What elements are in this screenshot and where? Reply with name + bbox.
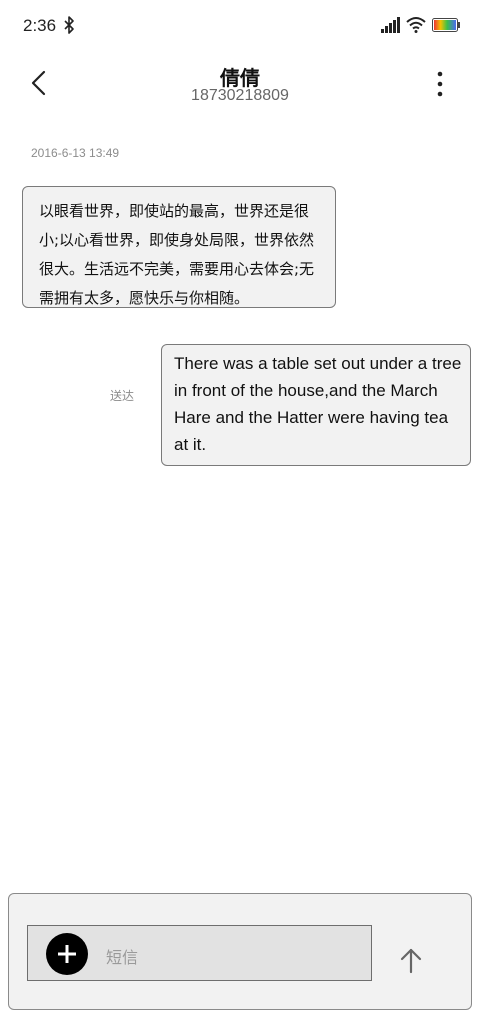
message-text: 以眼看世界，即使站的最高，世界还是很小;以心看世界，即使身处局限，世界依然很大。… — [39, 202, 315, 307]
conversation-header: 倩倩 18730218809 — [0, 52, 480, 118]
compose-panel: 短信 — [8, 893, 472, 1010]
more-vertical-icon — [437, 71, 443, 97]
arrow-up-icon — [400, 948, 422, 974]
wifi-icon — [406, 17, 426, 33]
incoming-message-bubble[interactable]: 以眼看世界，即使站的最高，世界还是很小;以心看世界，即使身处局限，世界依然很大。… — [22, 186, 336, 308]
signal-icon — [381, 17, 400, 33]
message-input[interactable]: 短信 — [27, 925, 372, 981]
status-bar: 2:36 — [0, 0, 480, 52]
plus-icon — [58, 945, 76, 963]
outgoing-message-bubble[interactable]: There was a table set out under a tree i… — [161, 344, 471, 466]
message-text: There was a table set out under a tree i… — [174, 354, 462, 454]
send-button[interactable] — [399, 946, 423, 976]
message-timestamp: 2016-6-13 13:49 — [31, 146, 120, 160]
delivery-status: 送达 — [110, 389, 135, 403]
more-button[interactable] — [428, 70, 452, 98]
bluetooth-icon — [64, 16, 74, 34]
battery-icon — [432, 18, 460, 32]
status-time: 2:36 — [23, 16, 57, 35]
add-attachment-button[interactable] — [46, 933, 88, 975]
contact-number[interactable]: 18730218809 — [0, 87, 480, 105]
message-placeholder: 短信 — [106, 948, 139, 967]
